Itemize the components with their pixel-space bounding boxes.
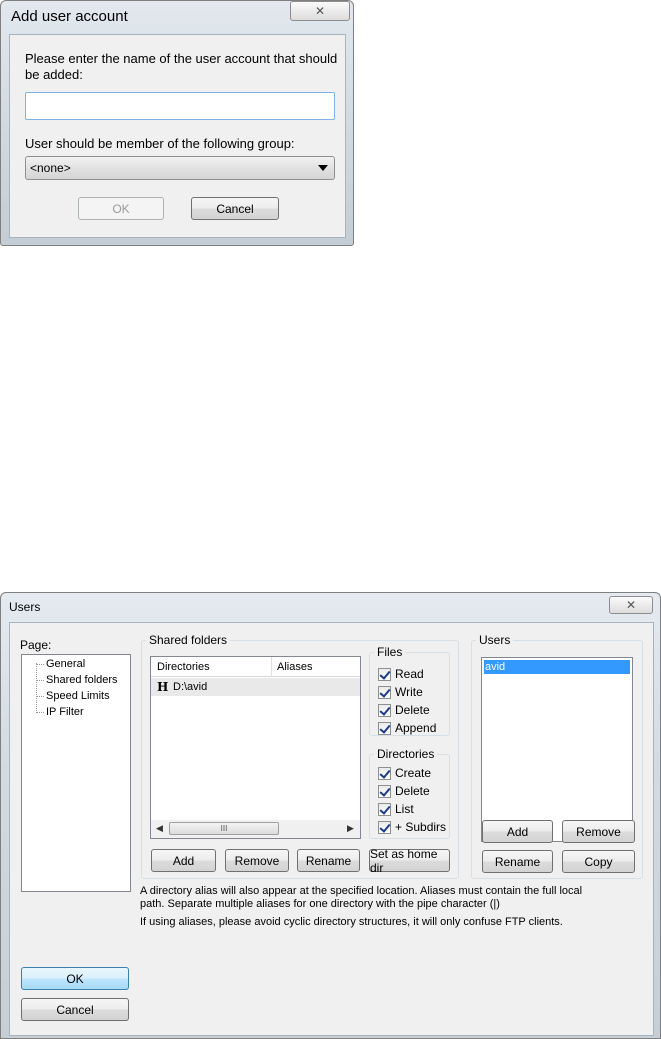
users-title: Users <box>476 633 514 647</box>
read-checkbox[interactable]: Read <box>378 667 424 681</box>
tree-item-speed-limits[interactable]: Speed Limits <box>46 690 110 702</box>
cancel-button[interactable]: Cancel <box>21 998 129 1021</box>
write-checkbox[interactable]: Write <box>378 685 423 699</box>
page-label: Page: <box>20 638 52 652</box>
scroll-thumb[interactable]: III <box>169 822 279 835</box>
group-select[interactable]: <none> <box>25 156 335 180</box>
set-home-dir-button[interactable]: Set as home dir <box>369 847 450 875</box>
dialog-body: Please enter the name of the user accoun… <box>9 34 346 238</box>
subdirs-checkbox[interactable]: + Subdirs <box>378 820 446 834</box>
scroll-left-icon[interactable]: ◀ <box>156 823 163 834</box>
username-prompt: Please enter the name of the user accoun… <box>25 51 338 82</box>
checkbox-icon[interactable] <box>378 721 391 735</box>
page-tree[interactable]: General Shared folders Speed Limits IP F… <box>21 654 131 892</box>
tree-item-ip-filter[interactable]: IP Filter <box>46 706 84 718</box>
files-title: Files <box>374 645 406 659</box>
list-checkbox[interactable]: List <box>378 802 414 816</box>
file-delete-checkbox[interactable]: Delete <box>378 703 430 717</box>
dialog-body: Page: General Shared folders Speed Limit… <box>9 622 654 1036</box>
cancel-button[interactable]: Cancel <box>191 197 279 220</box>
home-dir-icon: H <box>157 680 169 694</box>
checkbox-icon[interactable] <box>378 766 391 780</box>
shared-folders-title: Shared folders <box>146 633 231 647</box>
users-list[interactable]: avid <box>481 657 633 842</box>
column-directories[interactable]: Directories <box>157 661 210 673</box>
username-input[interactable] <box>25 92 335 120</box>
add-folder-button[interactable]: Add <box>151 849 216 872</box>
dialog-title: Users <box>9 600 41 614</box>
copy-user-button[interactable]: Copy <box>562 850 635 873</box>
list-header: Directories Aliases <box>151 657 360 677</box>
checkbox-icon[interactable] <box>378 820 391 834</box>
checkbox-icon[interactable] <box>378 685 391 699</box>
remove-user-button[interactable]: Remove <box>562 820 635 843</box>
checkbox-icon[interactable] <box>378 784 391 798</box>
dir-delete-checkbox[interactable]: Delete <box>378 784 430 798</box>
close-icon: ✕ <box>625 598 637 612</box>
close-button[interactable]: ✕ <box>290 1 350 21</box>
directories-title: Directories <box>374 747 438 761</box>
checkbox-icon[interactable] <box>378 667 391 681</box>
add-user-dialog: Add user account ✕ Please enter the name… <box>0 0 354 246</box>
directory-path: D:\avid <box>173 681 208 693</box>
group-select-value: <none> <box>30 161 71 175</box>
add-user-button[interactable]: Add <box>482 820 553 843</box>
list-item[interactable]: avid <box>484 660 630 674</box>
table-row[interactable]: H D:\avid <box>151 678 360 696</box>
cyclic-warning-note: If using aliases, please avoid cyclic di… <box>140 916 563 928</box>
alias-note: A directory alias will also appear at th… <box>140 885 583 910</box>
remove-folder-button[interactable]: Remove <box>225 849 289 872</box>
append-checkbox[interactable]: Append <box>378 721 436 735</box>
directories-list[interactable]: Directories Aliases H D:\avid ◀ III ▶ <box>150 656 361 839</box>
dialog-title: Add user account <box>11 8 128 25</box>
column-aliases[interactable]: Aliases <box>277 661 312 673</box>
create-checkbox[interactable]: Create <box>378 766 431 780</box>
rename-user-button[interactable]: Rename <box>482 850 553 873</box>
rename-folder-button[interactable]: Rename <box>297 849 360 872</box>
scroll-right-icon[interactable]: ▶ <box>347 823 354 834</box>
close-button[interactable]: ✕ <box>609 596 653 614</box>
dropdown-arrow-icon <box>318 165 328 171</box>
horizontal-scrollbar[interactable]: ◀ III ▶ <box>151 820 360 838</box>
tree-item-general[interactable]: General <box>46 658 85 670</box>
checkbox-icon[interactable] <box>378 802 391 816</box>
close-icon: ✕ <box>314 4 326 18</box>
users-dialog: Users ✕ Page: General Shared folders Spe… <box>0 592 661 1039</box>
tree-item-shared-folders[interactable]: Shared folders <box>46 674 118 686</box>
group-label: User should be member of the following g… <box>25 136 295 151</box>
checkbox-icon[interactable] <box>378 703 391 717</box>
ok-button[interactable]: OK <box>21 967 129 990</box>
ok-button[interactable]: OK <box>78 197 164 220</box>
